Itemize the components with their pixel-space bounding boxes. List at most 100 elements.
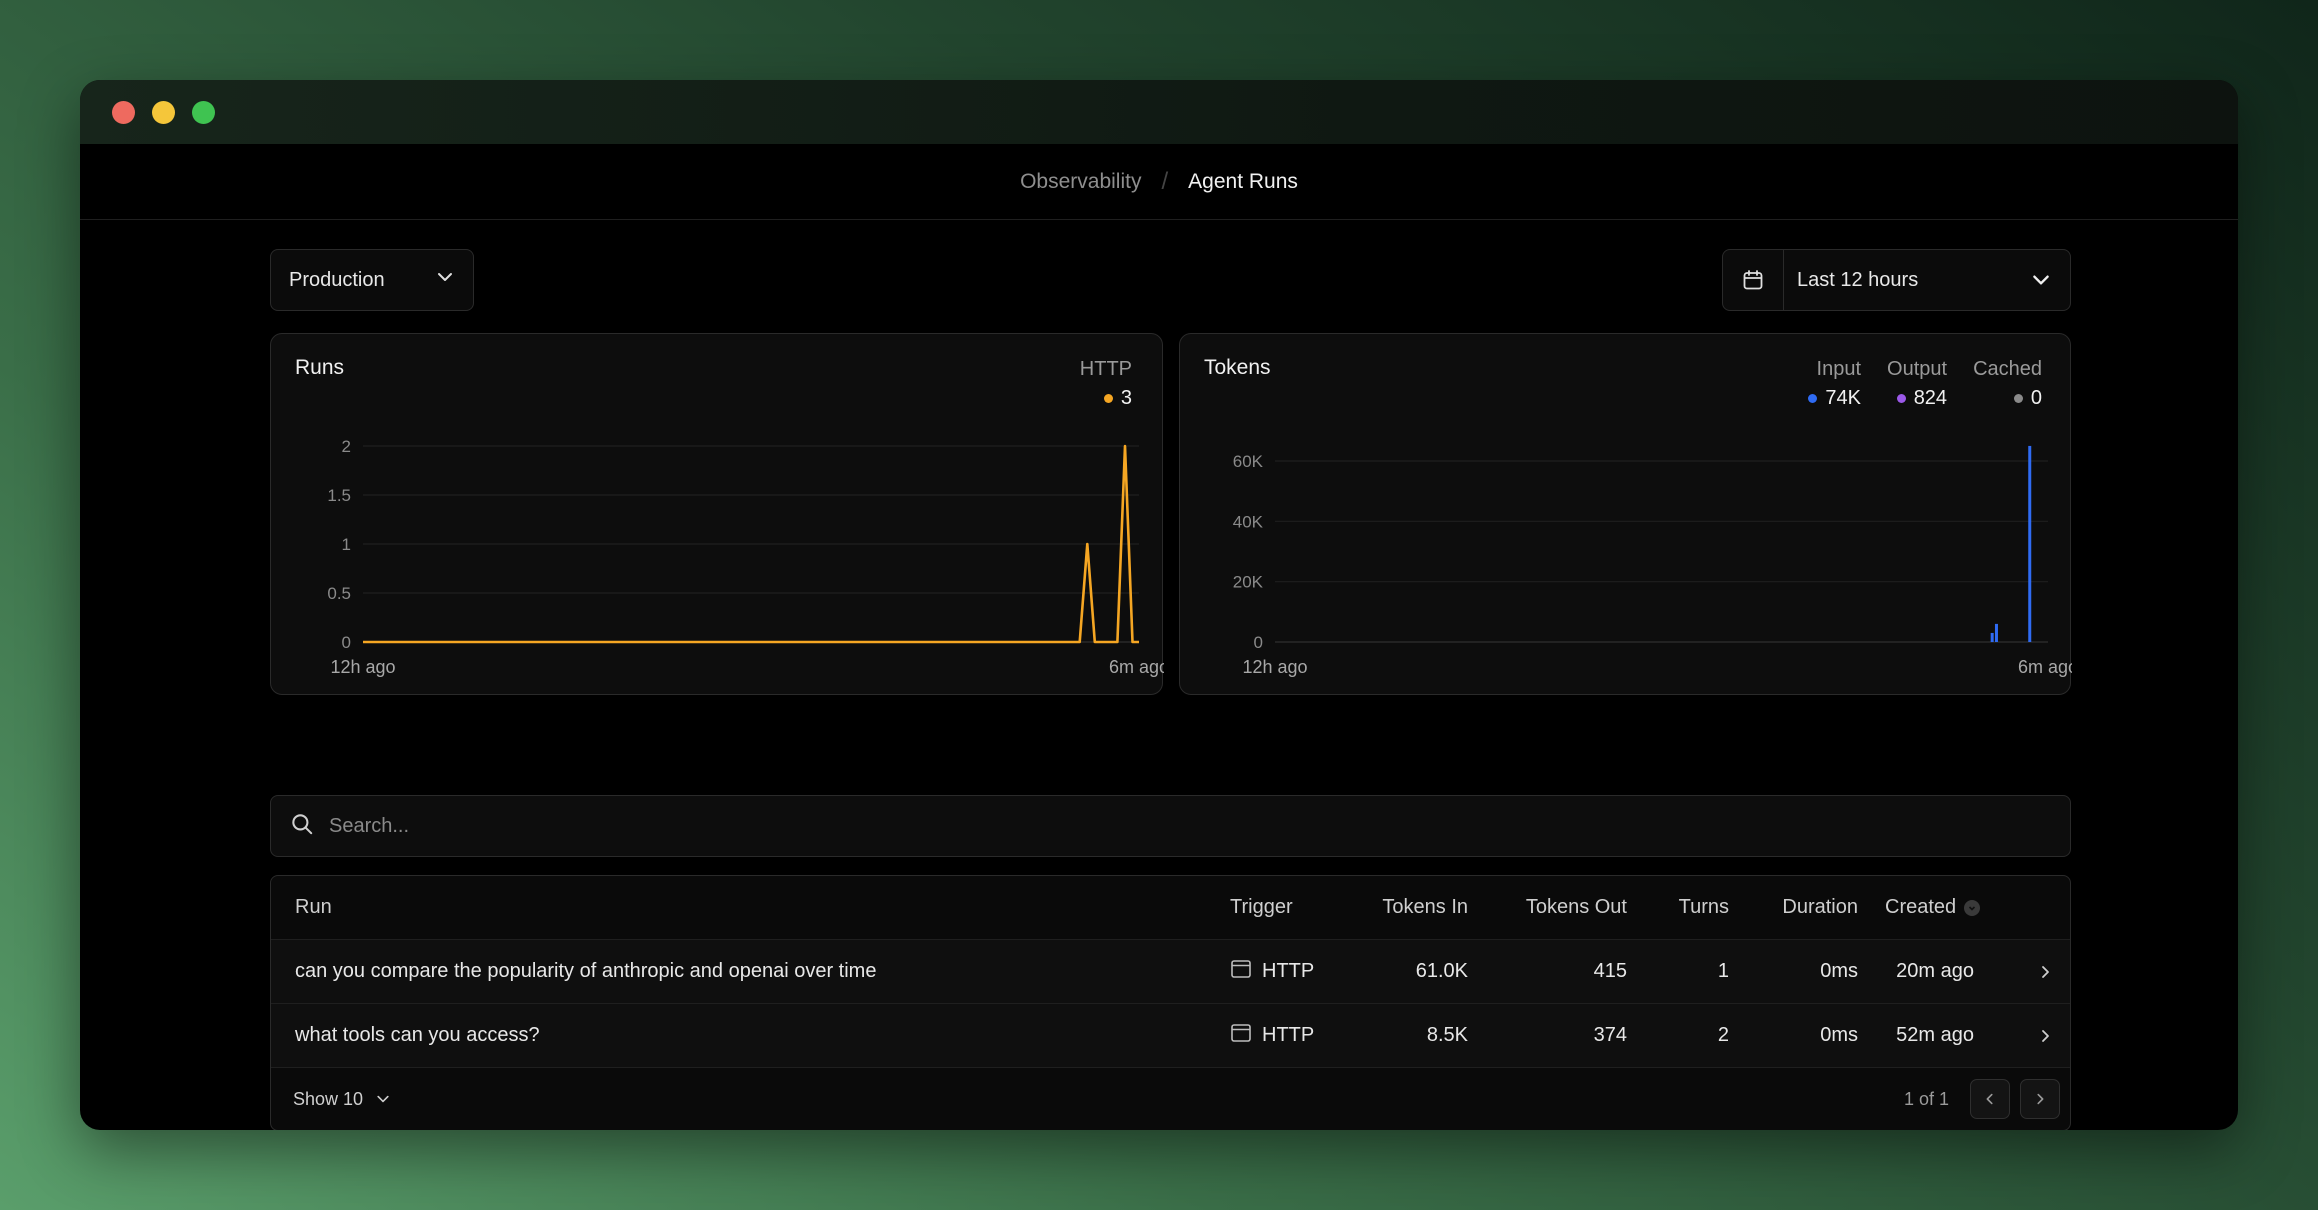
page-size-label: Show 10 [293,1088,364,1109]
bar-input [1994,623,1998,642]
search-bar [270,795,2071,857]
runs-table: Run Trigger Tokens In Tokens Out Turns D… [270,875,2071,1130]
col-turns: Turns [1678,896,1729,918]
table-row[interactable]: what tools can you access? HTTP 8.5K 374… [271,1004,2070,1068]
row-trigger: HTTP [1230,958,1314,986]
col-trigger: Trigger [1230,896,1293,918]
row-turns: 2 [1717,1024,1729,1046]
legend-input-value: 74K [1825,387,1862,409]
row-tokens-out: 415 [1593,960,1627,982]
legend-http-label: HTTP [1079,358,1132,380]
tokens-legend: Input 74K Output 824 Cached 0 [1808,358,2042,410]
col-tokens-out: Tokens Out [1525,896,1627,918]
breadcrumb-observability[interactable]: Observability [1020,170,1141,194]
y-tick-label: 0.5 [327,584,351,603]
runs-card-title: Runs [295,356,345,379]
legend-dot [1896,394,1906,403]
x-start-label: 12h ago [330,657,395,677]
chevron-right-icon [2037,1093,2044,1105]
browser-window-icon [1230,1022,1252,1050]
next-page-button[interactable] [2020,1079,2060,1119]
breadcrumb-agent-runs: Agent Runs [1188,169,1298,193]
tokens-card-title: Tokens [1204,356,1271,379]
search-icon [289,811,315,842]
legend-input: Input 74K [1808,358,1861,410]
legend-http-value: 3 [1120,387,1132,409]
col-duration: Duration [1782,896,1858,918]
y-tick-label: 20K [1233,573,1264,592]
environment-select[interactable]: Production [270,249,474,311]
maximize-window-button[interactable] [192,101,215,124]
chevron-down-icon [377,1095,389,1103]
row-tokens-in: 61.0K [1415,960,1468,982]
legend-input-label: Input [1816,358,1862,380]
legend-output-label: Output [1887,358,1948,380]
previous-page-button[interactable] [1970,1079,2010,1119]
row-duration: 0ms [1820,1024,1858,1046]
sort-icon[interactable] [1964,899,1981,916]
browser-window-icon [1230,958,1252,986]
legend-cached-label: Cached [1973,358,2042,380]
chevron-down-icon [435,267,455,293]
table-row[interactable]: can you compare the popularity of anthro… [271,940,2070,1004]
y-tick-label: 60K [1233,452,1264,471]
table-header: Run Trigger Tokens In Tokens Out Turns D… [271,876,2070,940]
runs-chart: 0 0.5 1 1.5 2 12h ago 6m ago [327,437,1164,677]
minimize-window-button[interactable] [152,101,175,124]
x-start-label: 12h ago [1242,657,1307,677]
row-trigger-label: HTTP [1262,960,1315,982]
col-created[interactable]: Created [1885,896,1981,919]
row-trigger-label: HTTP [1262,1024,1315,1046]
legend-output: Output 824 [1887,358,1947,410]
col-created-label: Created [1885,896,1957,918]
table-footer: Show 10 1 of 1 [271,1068,2070,1130]
row-run-name: can you compare the popularity of anthro… [295,960,877,982]
legend-dot [1103,394,1113,403]
col-run: Run [295,896,332,918]
close-window-button[interactable] [112,101,135,124]
row-duration: 0ms [1820,960,1858,982]
row-tokens-in: 8.5K [1426,1024,1468,1046]
environment-select-value: Production [289,268,385,291]
search-input[interactable] [329,814,2070,838]
runs-legend: HTTP 3 [1080,358,1132,410]
page-indicator: 1 of 1 [1903,1088,1949,1109]
legend-cached: Cached 0 [1973,358,2042,410]
y-tick-label: 1 [342,535,351,554]
title-bar [80,80,2238,144]
chevron-right-icon[interactable] [2036,1027,2054,1045]
bar-input [1990,632,1994,642]
time-range-value: Last 12 hours [1797,268,1919,291]
calendar-icon[interactable] [1723,250,1784,310]
tokens-chart-card: 0 20K 40K 60K 12h ago 6m ago Tokens Input 74K… [1179,333,2072,695]
legend-dot [1808,394,1818,403]
chevron-down-icon [2030,269,2070,291]
runs-chart-card: 0 0.5 1 1.5 2 12h ago 6m ago Runs HTTP 3 [270,333,1164,695]
row-tokens-out: 374 [1593,1024,1627,1046]
app-window: Observability / Agent Runs Production La… [80,80,2238,1130]
x-end-label: 6m ago [1109,657,1164,677]
bar-input [2028,445,2032,642]
breadcrumb-separator: / [1161,167,1169,195]
row-turns: 1 [1717,960,1729,982]
legend-cached-value: 0 [2030,387,2042,409]
col-tokens-in: Tokens In [1382,896,1468,918]
row-trigger: HTTP [1230,1022,1314,1050]
row-created: 52m ago [1896,1024,1974,1046]
legend-dot [2013,394,2023,403]
chevron-right-icon[interactable] [2036,963,2054,981]
page-size-select[interactable]: Show 10 [293,1089,391,1110]
x-end-label: 6m ago [2018,657,2072,677]
y-tick-label: 2 [342,437,351,456]
legend-http: HTTP 3 [1080,358,1132,410]
time-range-select[interactable]: Last 12 hours [1722,249,2071,311]
y-tick-label: 1.5 [327,486,351,505]
row-created: 20m ago [1896,960,1974,982]
y-tick-label: 0 [342,633,351,652]
chevron-left-icon [1986,1093,1993,1105]
legend-output-value: 824 [1913,387,1948,409]
breadcrumb: Observability / Agent Runs [80,144,2238,220]
y-tick-label: 0 [1254,633,1263,652]
row-run-name: what tools can you access? [295,1024,540,1046]
y-tick-label: 40K [1233,512,1264,531]
